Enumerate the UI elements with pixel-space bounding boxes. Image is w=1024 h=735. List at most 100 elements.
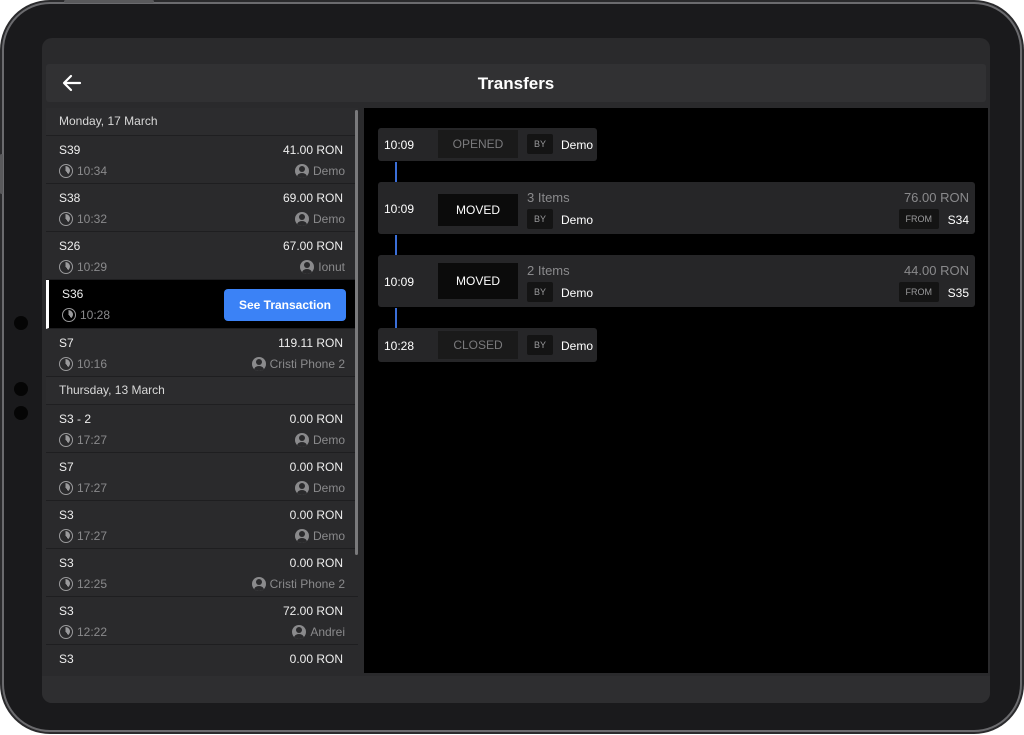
date-header: Thursday, 13 March (46, 377, 358, 405)
camera-dot (14, 382, 28, 396)
user-name: Demo (312, 433, 345, 447)
list-item[interactable]: S3 0.00 RON 17:27 Demo (46, 501, 358, 549)
amount: 0.00 RON (289, 556, 343, 570)
table-code: S36 (62, 287, 84, 301)
list-item[interactable]: S3 0.00 RON (46, 645, 358, 673)
timeline-event-opened: 10:09 OPENED BY Demo (378, 128, 597, 161)
time: 10:28 (80, 308, 111, 322)
table-code: S7 (59, 336, 74, 350)
user-name: Demo (312, 481, 345, 495)
user-icon (294, 529, 309, 543)
list-item[interactable]: S38 69.00 RON 10:32 Demo (46, 184, 358, 232)
timeline-connector (395, 162, 397, 182)
table-code: S3 (59, 508, 74, 522)
user-name: Demo (312, 164, 345, 178)
time: 10:16 (77, 357, 108, 371)
top-bar: Transfers (46, 64, 986, 102)
transfer-timeline: 10:09 OPENED BY Demo 10:09 MOVED 3 Items… (364, 108, 988, 673)
by-tag: BY (527, 335, 554, 355)
status-badge: OPENED (438, 130, 518, 158)
user-icon (294, 433, 309, 447)
table-code: S3 (59, 652, 74, 666)
list-item[interactable]: S26 67.00 RON 10:29 Ionut (46, 232, 358, 280)
clock-icon (59, 625, 73, 639)
by-user: Demo (561, 339, 594, 353)
user-icon (292, 625, 307, 639)
by-user: Demo (561, 138, 594, 152)
timeline-event-moved: 10:09 MOVED 3 Items 76.00 RON BY Demo FR… (378, 182, 975, 234)
clock-icon (62, 308, 76, 322)
user-icon (294, 481, 309, 495)
clock-icon (59, 433, 73, 447)
amount: 0.00 RON (289, 508, 343, 522)
user-name: Demo (312, 212, 345, 226)
by-tag: BY (527, 134, 554, 154)
clock-icon (59, 260, 73, 274)
time: 12:22 (77, 625, 108, 639)
page-title: Transfers (477, 74, 555, 93)
by-user: Demo (561, 286, 594, 300)
clock-icon (59, 529, 73, 543)
items-count: 2 Items (527, 263, 570, 278)
timeline-connector (395, 235, 397, 255)
list-item[interactable]: S3 72.00 RON 12:22 Andrei (46, 597, 358, 645)
time: 10:32 (77, 212, 108, 226)
time: 17:27 (77, 481, 108, 495)
event-time: 10:09 (384, 275, 415, 289)
list-scrollbar[interactable] (355, 110, 358, 555)
user-icon (294, 212, 309, 226)
timeline-connector (395, 308, 397, 328)
amount: 0.00 RON (289, 412, 343, 426)
list-item-selected[interactable]: S36 10:28 See Transaction (46, 280, 358, 329)
bottom-bar (42, 676, 990, 703)
clock-icon (59, 212, 73, 226)
camera-dot (14, 406, 28, 420)
amount: 0.00 RON (289, 460, 343, 474)
table-code: S3 (59, 556, 74, 570)
status-badge: MOVED (438, 194, 518, 226)
volume-button (0, 154, 3, 194)
by-tag: BY (527, 209, 554, 229)
see-transaction-button[interactable]: See Transaction (224, 289, 346, 321)
table-code: S26 (59, 239, 81, 253)
from-table: S35 (947, 286, 969, 300)
time: 10:34 (77, 164, 108, 178)
user-icon (251, 357, 266, 371)
list-item[interactable]: S7 0.00 RON 17:27 Demo (46, 453, 358, 501)
from-table: S34 (947, 213, 969, 227)
app-screen: Transfers Monday, 17 March S39 41.00 RON… (42, 38, 990, 703)
user-icon (251, 577, 266, 591)
by-user: Demo (561, 213, 594, 227)
user-icon (300, 260, 315, 274)
timeline-event-closed: 10:28 CLOSED BY Demo (378, 328, 597, 362)
amount: 69.00 RON (282, 191, 343, 205)
list-item[interactable]: S3 - 2 0.00 RON 17:27 Demo (46, 405, 358, 453)
user-name: Demo (312, 529, 345, 543)
list-item[interactable]: S3 0.00 RON 12:25 Cristi Phone 2 (46, 549, 358, 597)
list-item[interactable]: S39 41.00 RON 10:34 Demo (46, 136, 358, 184)
date-header: Monday, 17 March (46, 108, 358, 136)
user-name: Cristi Phone 2 (269, 577, 345, 591)
by-tag: BY (527, 282, 554, 302)
time: 10:29 (77, 260, 108, 274)
tablet-frame: Transfers Monday, 17 March S39 41.00 RON… (0, 0, 1020, 730)
clock-icon (59, 577, 73, 591)
amount: 0.00 RON (289, 652, 343, 666)
amount: 119.11 RON (278, 336, 343, 350)
user-name: Andrei (310, 625, 345, 639)
event-amount: 76.00 RON (903, 190, 969, 205)
from-tag: FROM (898, 282, 939, 302)
user-name: Cristi Phone 2 (269, 357, 345, 371)
camera-dot (14, 316, 28, 330)
status-badge: MOVED (438, 263, 518, 299)
time: 12:25 (77, 577, 108, 591)
time: 17:27 (77, 529, 108, 543)
event-time: 10:09 (384, 138, 415, 152)
amount: 67.00 RON (282, 239, 343, 253)
transaction-list[interactable]: Monday, 17 March S39 41.00 RON 10:34 Dem… (46, 108, 358, 673)
amount: 41.00 RON (282, 143, 343, 157)
list-item[interactable]: S7 119.11 RON 10:16 Cristi Phone 2 (46, 329, 358, 377)
table-code: S39 (59, 143, 81, 157)
time: 17:27 (77, 433, 108, 447)
amount: 72.00 RON (282, 604, 343, 618)
